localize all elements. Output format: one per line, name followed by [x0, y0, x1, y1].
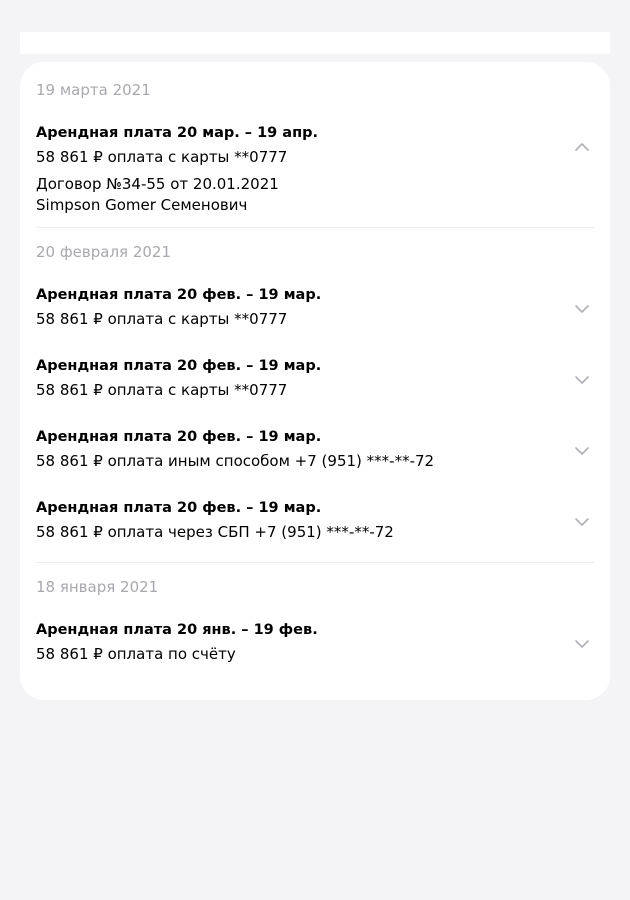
chevron-down-icon[interactable] [570, 368, 594, 392]
top-panel [20, 32, 610, 54]
payment-item[interactable]: Арендная плата 20 фев. – 19 мар. 58 861 … [36, 425, 594, 473]
chevron-down-icon[interactable] [570, 632, 594, 656]
payment-title: Арендная плата 20 фев. – 19 мар. [36, 287, 322, 303]
payment-title: Арендная плата 20 фев. – 19 мар. [36, 429, 322, 445]
group-date: 20 февраля 2021 [36, 243, 172, 261]
payment-item[interactable]: Арендная плата 20 фев. – 19 мар. 58 861 … [36, 496, 594, 544]
chevron-down-icon[interactable] [570, 510, 594, 534]
payment-subtitle: 58 861 ₽ оплата с карты **0777 [36, 148, 288, 166]
chevron-down-icon[interactable] [570, 439, 594, 463]
payment-details: Договор №34-55 от 20.01.2021 Simpson Gom… [36, 174, 594, 216]
payment-subtitle: 58 861 ₽ оплата с карты **0777 [36, 381, 288, 399]
group-date: 19 марта 2021 [36, 81, 151, 99]
payment-title: Арендная плата 20 янв. – 19 фев. [36, 622, 318, 638]
group-date: 18 января 2021 [36, 578, 159, 596]
payment-subtitle: 58 861 ₽ оплата иным способом +7 (951) *… [36, 452, 435, 470]
payment-item[interactable]: Арендная плата 20 фев. – 19 мар. 58 861 … [36, 283, 594, 331]
payment-title: Арендная плата 20 фев. – 19 мар. [36, 358, 322, 374]
payments-history-card: 19 марта 2021 Арендная плата 20 мар. – 1… [20, 62, 610, 700]
payment-title: Арендная плата 20 мар. – 19 апр. [36, 125, 318, 141]
contract-info: Договор №34-55 от 20.01.2021 [36, 175, 279, 193]
chevron-up-icon[interactable] [570, 135, 594, 159]
payment-item[interactable]: Арендная плата 20 мар. – 19 апр. 58 861 … [36, 121, 594, 216]
tenant-name: Simpson Gomer Семенович [36, 196, 248, 214]
payment-subtitle: 58 861 ₽ оплата с карты **0777 [36, 310, 288, 328]
payment-subtitle: 58 861 ₽ оплата через СБП +7 (951) ***-*… [36, 523, 394, 541]
payment-subtitle: 58 861 ₽ оплата по счёту [36, 645, 236, 663]
divider [36, 227, 594, 228]
payment-item[interactable]: Арендная плата 20 фев. – 19 мар. 58 861 … [36, 354, 594, 402]
payment-title: Арендная плата 20 фев. – 19 мар. [36, 500, 322, 516]
payment-item[interactable]: Арендная плата 20 янв. – 19 фев. 58 861 … [36, 618, 594, 666]
divider [36, 562, 594, 563]
chevron-down-icon[interactable] [570, 297, 594, 321]
